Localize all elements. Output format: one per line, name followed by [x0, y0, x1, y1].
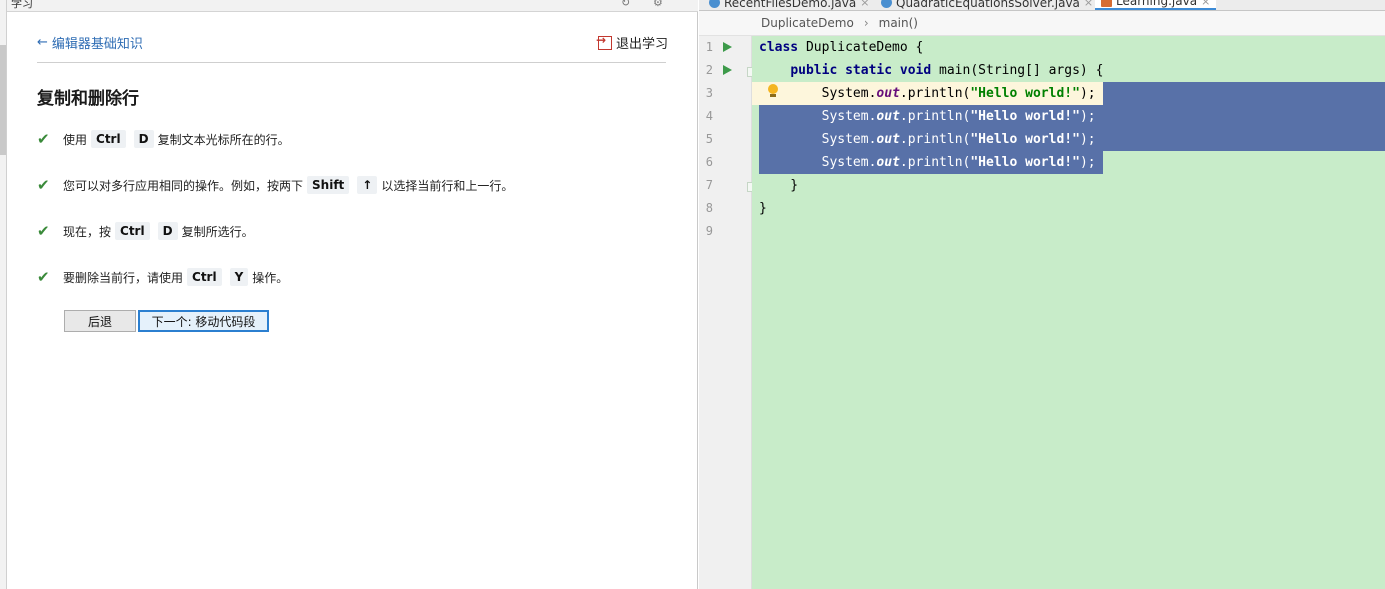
tab-label: RecentFilesDemo.java [724, 0, 857, 10]
lesson-step: ✔ 使用 Ctrl D 复制文本光标所在的行。 [37, 128, 290, 150]
exit-icon [596, 33, 612, 50]
step-text: 现在，按 [63, 224, 112, 239]
next-lesson-button[interactable]: 下一个: 移动代码段 [138, 310, 269, 332]
code-line: } [759, 178, 799, 193]
line-number: 1 [705, 40, 713, 54]
gear-icon[interactable]: ⚙ [653, 0, 663, 9]
line-number: 7 [705, 178, 713, 192]
check-icon: ✔ [37, 130, 50, 148]
tab-recentfilesdemo[interactable]: RecentFilesDemo.java × [703, 0, 875, 10]
class-icon [881, 0, 892, 8]
run-icon[interactable] [723, 65, 732, 75]
line-number: 8 [705, 201, 713, 215]
divider [37, 62, 666, 63]
step-text: 您可以对多行应用相同的操作。例如，按两下 [63, 178, 304, 193]
check-icon: ✔ [37, 222, 50, 240]
tab-quadraticequationssolver[interactable]: QuadraticEquationsSolver.java × [875, 0, 1099, 10]
back-button[interactable]: 后退 [64, 310, 136, 332]
code-line: class DuplicateDemo { [759, 40, 924, 55]
shortcut-key: Shift [307, 176, 350, 194]
breadcrumb-item[interactable]: main() [879, 16, 918, 30]
step-text: 以选择当前行和上一行。 [381, 178, 514, 193]
exit-learning-link[interactable]: 退出学习 [596, 33, 669, 53]
step-text: 操作。 [252, 270, 289, 285]
breadcrumb: DuplicateDemo › main() [699, 11, 1385, 36]
step-text: 使用 [63, 132, 88, 147]
line-number: 5 [705, 132, 713, 146]
check-icon: ✔ [37, 268, 50, 286]
code-line: } [759, 201, 767, 216]
shortcut-key: D [157, 222, 178, 240]
close-icon[interactable]: × [860, 0, 869, 9]
step-text: 复制所选行。 [181, 224, 254, 239]
panel-title: 学习 [11, 0, 33, 10]
shortcut-key: Y [229, 268, 249, 286]
breadcrumb-item[interactable]: DuplicateDemo [761, 16, 854, 30]
close-icon[interactable]: × [1084, 0, 1093, 9]
back-to-module-link[interactable]: ← 编辑器基础知识 [37, 33, 143, 52]
step-text: 复制文本光标所在的行。 [157, 132, 290, 147]
refresh-icon[interactable]: ↻ [621, 0, 630, 9]
code-line: System.out.println("Hello world!"); [821, 109, 1096, 124]
tab-label: QuadraticEquationsSolver.java [896, 0, 1080, 10]
arrow-left-icon: ← [37, 35, 48, 50]
code-line: System.out.println("Hello world!"); [821, 155, 1096, 170]
class-icon [709, 0, 720, 8]
selection-highlight [1103, 82, 1385, 105]
java-file-icon [1101, 0, 1112, 7]
code-line: System.out.println("Hello world!"); [821, 132, 1096, 147]
code-editor: RecentFilesDemo.java × QuadraticEquation… [699, 0, 1385, 589]
line-number: 6 [705, 155, 713, 169]
lesson-step: ✔ 现在，按 Ctrl D 复制所选行。 [37, 220, 254, 242]
shortcut-key: Ctrl [115, 222, 150, 240]
panel-header: 学习 ↻ ⚙ [7, 0, 698, 12]
line-number: 9 [705, 224, 713, 238]
code-line: public static void main(String[] args) { [790, 63, 1104, 78]
shortcut-key: D [133, 130, 154, 148]
line-number: 4 [705, 109, 713, 123]
shortcut-key: Ctrl [187, 268, 222, 286]
exit-label: 退出学习 [616, 37, 669, 52]
code-text-area[interactable]: class DuplicateDemo { public static void… [752, 36, 1385, 589]
run-icon[interactable] [723, 42, 732, 52]
lesson-step: ✔ 您可以对多行应用相同的操作。例如，按两下 Shift ↑ 以选择当前行和上一… [37, 174, 513, 196]
chevron-right-icon: › [863, 16, 869, 30]
left-tool-strip[interactable] [0, 0, 7, 589]
editor-gutter[interactable]: 1 2 3 4 5 6 7 8 9 [699, 36, 757, 589]
tool-window-button[interactable] [0, 45, 6, 155]
tab-learning[interactable]: Learning.java × [1095, 0, 1217, 10]
editor-tab-bar: RecentFilesDemo.java × QuadraticEquation… [699, 0, 1385, 11]
ide-window: 学习 ↻ ⚙ ← 编辑器基础知识 退出学习 复制和删除行 ✔ 使用 Ctrl D… [0, 0, 1385, 589]
back-link-label: 编辑器基础知识 [51, 37, 143, 52]
shortcut-key: Ctrl [91, 130, 126, 148]
line-number: 3 [705, 86, 713, 100]
check-icon: ✔ [37, 176, 50, 194]
close-icon[interactable]: × [1201, 0, 1210, 8]
code-line: System.out.println("Hello world!"); [821, 86, 1096, 101]
step-text: 要删除当前行，请使用 [63, 270, 184, 285]
lesson-step: ✔ 要删除当前行，请使用 Ctrl Y 操作。 [37, 266, 288, 288]
shortcut-key: ↑ [357, 176, 378, 194]
lesson-title: 复制和删除行 [37, 89, 139, 109]
tab-label: Learning.java [1116, 0, 1198, 8]
learn-panel: 学习 ↻ ⚙ ← 编辑器基础知识 退出学习 复制和删除行 ✔ 使用 Ctrl D… [7, 0, 698, 589]
line-number: 2 [705, 63, 713, 77]
